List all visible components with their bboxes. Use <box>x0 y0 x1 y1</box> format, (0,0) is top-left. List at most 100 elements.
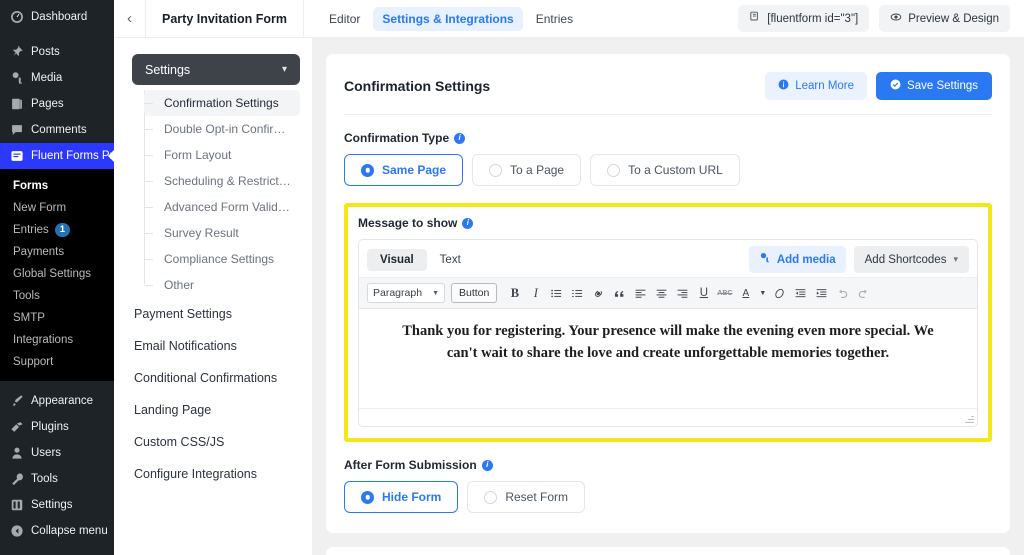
submenu-label: Support <box>13 356 54 368</box>
strikethrough-icon[interactable]: ABC <box>715 283 734 303</box>
sidebar-item-label: Plugins <box>31 421 69 433</box>
nav-item-configure-integrations[interactable]: Configure Integrations <box>132 458 300 490</box>
settings-dropdown[interactable]: Settings ▾ <box>132 54 300 85</box>
resize-handle-icon[interactable] <box>965 414 974 423</box>
wysiwyg-editor: Visual Text Add media Add Shortcodes ▾ P… <box>358 239 978 427</box>
sidebar-lower-group: Appearance Plugins Users Tools Settings … <box>0 381 114 544</box>
indent-icon[interactable] <box>812 283 831 303</box>
radio-same-page[interactable]: Same Page <box>344 154 464 186</box>
format-value: Paragraph <box>373 287 423 299</box>
nav-item-other[interactable]: Other <box>144 272 300 298</box>
nav-item-landing-page[interactable]: Landing Page <box>132 394 300 426</box>
submenu-item-support[interactable]: Support <box>0 351 114 373</box>
submenu-label: Forms <box>13 180 49 192</box>
add-media-button[interactable]: Add media <box>748 246 846 273</box>
submenu-item-payments[interactable]: Payments <box>0 241 114 263</box>
chevron-down-icon: ▾ <box>281 64 287 75</box>
settings-dropdown-label: Settings <box>145 62 191 77</box>
info-icon[interactable]: i <box>462 217 474 229</box>
editor-tab-text[interactable]: Text <box>427 249 474 271</box>
radio-to-a-page[interactable]: To a Page <box>472 154 582 186</box>
nav-item-confirmation-settings[interactable]: Confirmation Settings <box>144 90 300 116</box>
submenu-item-global-settings[interactable]: Global Settings <box>0 263 114 285</box>
submenu-item-entries[interactable]: Entries 1 <box>0 219 114 241</box>
tab-entries[interactable]: Entries <box>527 7 582 31</box>
radio-reset-form[interactable]: Reset Form <box>467 481 586 513</box>
sidebar-item-dashboard[interactable]: Dashboard <box>0 4 114 30</box>
submenu-item-integrations[interactable]: Integrations <box>0 329 114 351</box>
add-shortcodes-label: Add Shortcodes <box>864 253 947 266</box>
link-icon[interactable] <box>589 283 608 303</box>
sidebar-item-users[interactable]: Users <box>0 440 114 466</box>
radio-indicator <box>484 490 498 504</box>
preview-design-button[interactable]: Preview & Design <box>879 5 1010 32</box>
info-icon[interactable]: i <box>454 132 466 144</box>
submenu-item-new-form[interactable]: New Form <box>0 197 114 219</box>
radio-label: Reset Form <box>505 490 569 504</box>
back-button[interactable]: ‹ <box>114 0 146 38</box>
sidebar-item-posts[interactable]: Posts <box>0 39 114 65</box>
underline-icon[interactable]: U <box>694 283 713 303</box>
tab-settings-integrations[interactable]: Settings & Integrations <box>373 6 523 31</box>
clear-formatting-icon[interactable] <box>770 283 789 303</box>
nav-item-survey-result[interactable]: Survey Result <box>144 220 300 246</box>
align-left-icon[interactable] <box>631 283 650 303</box>
paragraph-format-select[interactable]: Paragraph ▼ <box>367 283 445 303</box>
submenu-item-smtp[interactable]: SMTP <box>0 307 114 329</box>
submenu-item-forms[interactable]: Forms <box>0 175 114 197</box>
sidebar-item-appearance[interactable]: Appearance <box>0 388 114 414</box>
nav-item-double-optin-confirmation[interactable]: Double Opt-in Confirma... <box>144 116 300 142</box>
radio-to-a-custom-url[interactable]: To a Custom URL <box>590 154 740 186</box>
editor-content-area[interactable]: Thank you for registering. Your presence… <box>359 309 977 409</box>
text-color-icon[interactable]: A <box>736 283 755 303</box>
confirmation-type-label: Confirmation Type i <box>344 131 992 145</box>
info-icon[interactable]: i <box>481 459 493 471</box>
card-title: Confirmation Settings <box>344 78 491 94</box>
sidebar-item-pages[interactable]: Pages <box>0 91 114 117</box>
redo-icon[interactable] <box>854 283 873 303</box>
nav-item-scheduling-restrictions[interactable]: Scheduling & Restrictions <box>144 168 300 194</box>
tab-editor[interactable]: Editor <box>320 7 369 31</box>
bold-icon[interactable]: B <box>505 283 524 303</box>
sidebar-item-fluent-forms-pro[interactable]: Fluent Forms Pro <box>0 143 120 169</box>
numbered-list-icon[interactable] <box>568 283 587 303</box>
add-shortcodes-button[interactable]: Add Shortcodes ▾ <box>853 246 969 273</box>
italic-icon[interactable]: I <box>526 283 545 303</box>
nav-item-conditional-confirmations[interactable]: Conditional Confirmations <box>132 362 300 394</box>
wordpress-admin-sidebar: Dashboard Posts Media Pages Comments Flu… <box>0 0 120 555</box>
content-split: Settings ▾ Confirmation Settings Double … <box>114 38 1024 555</box>
pin-icon <box>9 45 24 60</box>
undo-icon[interactable] <box>833 283 852 303</box>
confirmation-message-text[interactable]: Thank you for registering. Your presence… <box>389 321 947 365</box>
nav-item-advanced-form-validation[interactable]: Advanced Form Validati... <box>144 194 300 220</box>
align-right-icon[interactable] <box>673 283 692 303</box>
sidebar-item-plugins[interactable]: Plugins <box>0 414 114 440</box>
radio-hide-form[interactable]: Hide Form <box>344 481 459 513</box>
outdent-icon[interactable] <box>791 283 810 303</box>
nav-item-payment-settings[interactable]: Payment Settings <box>132 298 300 330</box>
save-settings-button[interactable]: Save Settings <box>876 72 992 100</box>
sidebar-item-media[interactable]: Media <box>0 65 114 91</box>
sidebar-item-comments[interactable]: Comments <box>0 117 114 143</box>
shortcode-button[interactable]: [fluentform id="3"] <box>738 5 870 32</box>
sidebar-item-settings[interactable]: Settings <box>0 492 114 518</box>
bulleted-list-icon[interactable] <box>547 283 566 303</box>
nav-item-form-layout[interactable]: Form Layout <box>144 142 300 168</box>
after-submission-options: Hide Form Reset Form <box>344 481 992 513</box>
nav-item-custom-css-js[interactable]: Custom CSS/JS <box>132 426 300 458</box>
submenu-label: Integrations <box>13 334 74 346</box>
main-region: ‹ Party Invitation Form Editor Settings … <box>114 0 1024 555</box>
learn-more-button[interactable]: Learn More <box>765 72 868 100</box>
media-icon <box>759 252 771 267</box>
sidebar-item-collapse-menu[interactable]: Collapse menu <box>0 518 114 544</box>
blockquote-icon[interactable] <box>610 283 629 303</box>
sidebar-item-label: Posts <box>31 46 60 58</box>
submenu-item-tools[interactable]: Tools <box>0 285 114 307</box>
nav-item-email-notifications[interactable]: Email Notifications <box>132 330 300 362</box>
editor-tab-visual[interactable]: Visual <box>367 248 427 271</box>
text-color-dropdown-icon[interactable]: ▼ <box>757 283 768 303</box>
sidebar-item-tools-lower[interactable]: Tools <box>0 466 114 492</box>
nav-item-compliance-settings[interactable]: Compliance Settings <box>144 246 300 272</box>
align-center-icon[interactable] <box>652 283 671 303</box>
insert-button-tool[interactable]: Button <box>451 283 498 303</box>
